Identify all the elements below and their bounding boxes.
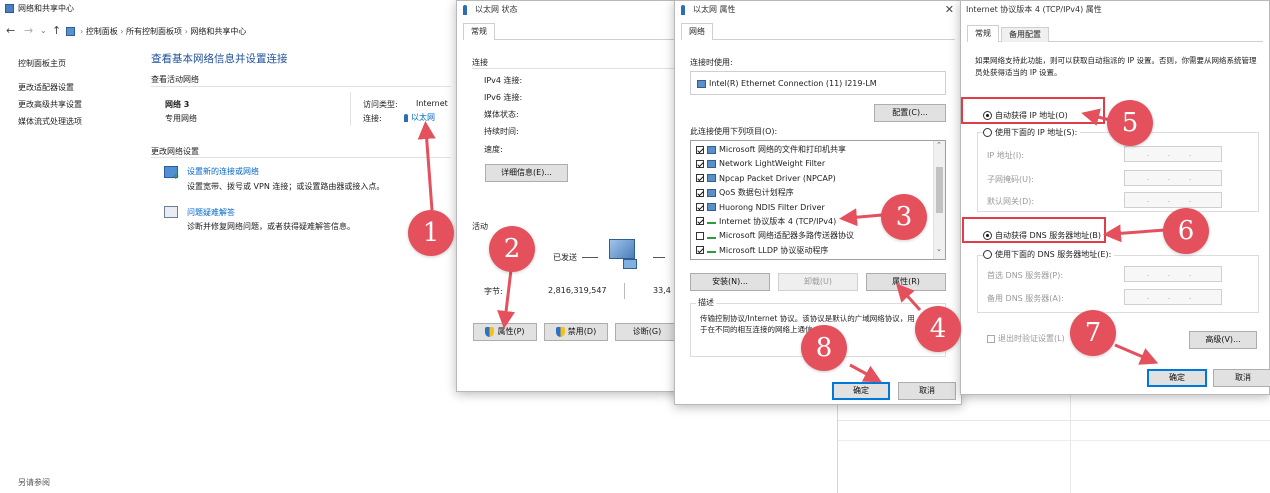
arrow-1	[417, 121, 436, 211]
arrow-6	[1103, 224, 1166, 243]
arrow-3	[839, 208, 883, 227]
arrow-8	[849, 363, 882, 383]
step-marker-3: 3	[881, 194, 927, 240]
step-marker-8: 8	[801, 325, 847, 371]
step-marker-6: 6	[1163, 208, 1209, 254]
arrow-2	[497, 269, 516, 329]
step-marker-2: 2	[489, 226, 535, 272]
step-marker-7: 7	[1070, 310, 1116, 356]
step-marker-4: 4	[915, 306, 961, 352]
annotation-arrows	[417, 108, 1166, 383]
step-marker-1: 1	[408, 210, 454, 256]
step-marker-5: 5	[1107, 100, 1153, 146]
arrow-7	[1114, 343, 1159, 365]
